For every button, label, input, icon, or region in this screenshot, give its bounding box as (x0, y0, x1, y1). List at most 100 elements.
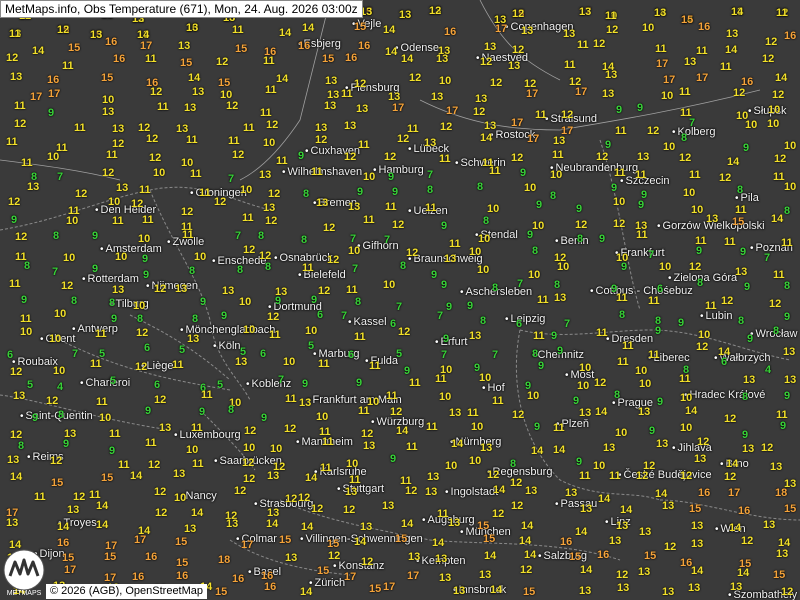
temperature-reading: 15 (689, 503, 702, 515)
temperature-reading: 10 (49, 333, 62, 345)
temperature-reading: 6 (144, 342, 151, 354)
temperature-reading: 14 (519, 535, 532, 547)
temperature-reading: 12 (318, 285, 331, 297)
temperature-reading: 11 (615, 125, 627, 137)
temperature-reading: 10 (642, 22, 655, 34)
temperature-reading: 17 (48, 88, 61, 100)
temperature-reading: 14 (620, 504, 633, 516)
temperature-reading: 13 (776, 548, 789, 560)
temperature-reading: 13 (316, 197, 329, 209)
temperature-reading: 13 (637, 151, 650, 163)
temperature-reading: 11 (34, 491, 46, 503)
temperature-reading: 10 (613, 196, 626, 208)
temperature-reading: 13 (609, 535, 622, 547)
temperature-reading: 13 (688, 582, 701, 594)
temperature-reading: 11 (535, 109, 547, 121)
temperature-reading: 14 (480, 132, 493, 144)
temperature-reading: 10 (661, 90, 674, 102)
temperature-reading: 8 (532, 245, 539, 257)
temperature-reading: 13 (484, 41, 497, 53)
temperature-reading: 11 (705, 300, 717, 312)
temperature-reading: 10 (240, 184, 253, 196)
temperature-reading: 14 (595, 406, 608, 418)
temperature-reading: 11 (596, 327, 608, 339)
temperature-reading: 15 (681, 14, 694, 26)
city-label: Ingolstadt (445, 486, 499, 499)
temperature-reading: 10 (53, 365, 66, 377)
temperature-reading: 8 (554, 279, 561, 291)
temperature-reading: 13 (267, 470, 280, 482)
temperature-reading: 10 (479, 372, 492, 384)
temperature-reading: 13 (730, 581, 743, 593)
temperature-reading: 14 (580, 564, 593, 576)
temperature-reading: 11 (735, 204, 747, 216)
temperature-reading: 12 (265, 215, 278, 227)
temperature-reading: 11 (106, 149, 118, 161)
temperature-reading: 12 (689, 261, 702, 273)
temperature-reading: 13 (605, 69, 618, 81)
temperature-reading: 10 (477, 264, 490, 276)
temperature-reading: 14 (731, 6, 744, 18)
temperature-reading: 17 (663, 74, 676, 86)
temperature-reading: 7 (278, 374, 285, 386)
temperature-reading: 9 (32, 412, 39, 424)
temperature-reading: 5 (27, 379, 34, 391)
temperature-reading: 12 (511, 152, 524, 164)
temperature-reading: 9 (111, 313, 118, 325)
temperature-reading: 14 (524, 549, 537, 561)
city-label: Charleroi (80, 377, 131, 390)
temperature-reading: 5 (110, 375, 117, 387)
temperature-reading: 14 (451, 438, 464, 450)
temperature-reading: 15 (322, 53, 335, 65)
temperature-reading: 9 (261, 412, 268, 424)
temperature-reading: 11 (302, 262, 314, 274)
temperature-reading: 7 (228, 173, 235, 185)
temperature-reading: 6 (657, 283, 664, 295)
temperature-reading: 12 (697, 436, 710, 448)
temperature-reading: 13 (639, 526, 652, 538)
temperature-reading: 12 (136, 327, 149, 339)
temperature-reading: 11 (386, 390, 398, 402)
temperature-reading: 9 (696, 245, 703, 257)
temperature-reading: 9 (536, 199, 543, 211)
temperature-reading: 14 (305, 472, 318, 484)
temperature-reading: 7 (352, 263, 359, 275)
temperature-reading: 13 (222, 285, 235, 297)
temperature-reading: 12 (596, 151, 609, 163)
temperature-reading: 12 (510, 477, 523, 489)
temperature-reading: 9 (446, 301, 453, 313)
temperature-reading: 13 (175, 283, 188, 295)
temperature-reading: 14 (266, 518, 279, 530)
temperature-reading: 17 (527, 133, 540, 145)
temperature-reading: 16 (232, 573, 245, 585)
temperature-reading: 15 (354, 21, 367, 33)
temperature-reading: 10 (663, 141, 676, 153)
temperature-reading: 14 (531, 445, 544, 457)
temperature-reading: 11 (346, 284, 358, 296)
temperature-reading: 11 (781, 237, 793, 249)
temperature-reading: 12 (214, 196, 227, 208)
temperature-reading: 14 (737, 567, 750, 579)
temperature-reading: 8 (773, 325, 780, 337)
temperature-reading: 8 (480, 315, 487, 327)
temperature-reading: 9 (637, 102, 644, 114)
temperature-reading: 16 (444, 26, 457, 38)
temperature-reading: 12 (696, 341, 709, 353)
temperature-reading: 11 (260, 107, 272, 119)
temperature-reading: 13 (67, 504, 80, 516)
city-label: Leipzig (505, 313, 546, 326)
temperature-reading: 14 (521, 520, 534, 532)
temperature-reading: 6 (390, 318, 397, 330)
temperature-reading: 11 (773, 171, 785, 183)
temperature-reading: 17 (526, 88, 539, 100)
temperature-reading: 11 (358, 139, 370, 151)
temperature-reading: 9 (743, 142, 750, 154)
temperature-map[interactable]: VejleCopenhagenEsbjergOdenseNaestvedFlen… (0, 0, 800, 600)
temperature-reading: 11 (449, 238, 461, 250)
temperature-reading: 11 (354, 331, 366, 343)
temperature-reading: 15 (317, 565, 330, 577)
temperature-reading: 12 (327, 254, 340, 266)
temperature-reading: 8 (532, 348, 539, 360)
temperature-reading: 8 (784, 205, 791, 217)
temperature-reading: 9 (557, 345, 564, 357)
